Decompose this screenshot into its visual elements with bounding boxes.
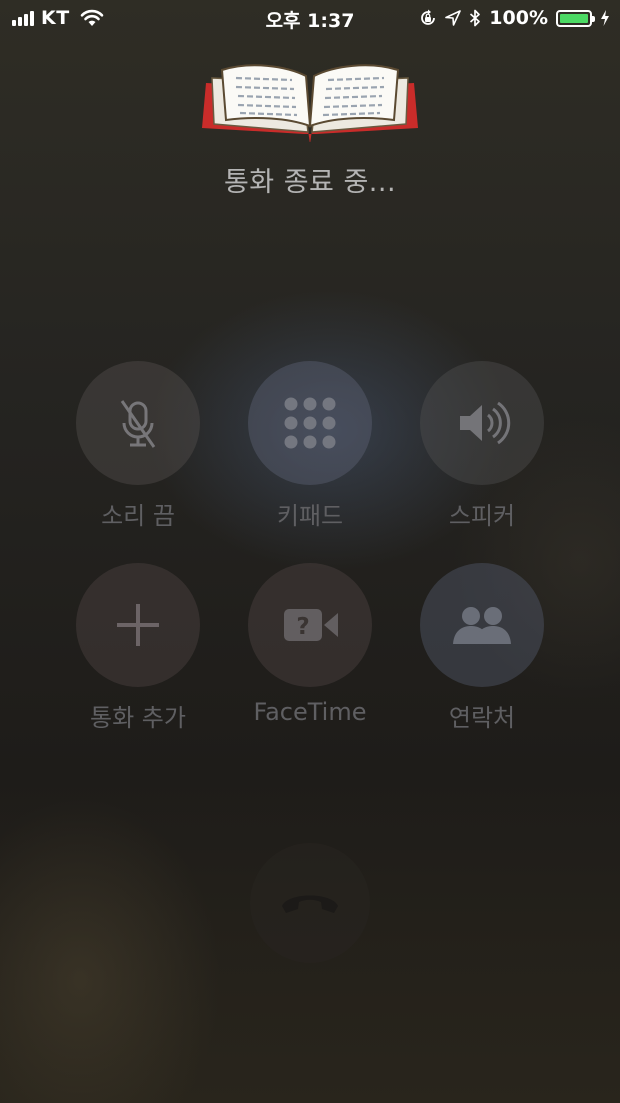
mute-button[interactable]	[76, 361, 200, 485]
end-call-icon	[282, 895, 338, 913]
facetime-label: FaceTime	[253, 698, 367, 726]
svg-text:?: ?	[296, 614, 309, 640]
keypad-label: 키패드	[276, 502, 344, 530]
end-call-button[interactable]	[250, 843, 370, 963]
book-logo-icon	[202, 64, 418, 142]
facetime-button[interactable]: ?	[248, 563, 372, 687]
add-call-label: 통화 추가	[90, 704, 186, 732]
status-bar: KT 오후 1:37 100%	[0, 0, 620, 36]
speaker-label: 스피커	[448, 502, 516, 530]
contacts-button[interactable]	[420, 563, 544, 687]
contacts-label: 연락처	[448, 704, 516, 732]
bluetooth-icon	[470, 9, 481, 27]
location-icon	[445, 10, 462, 26]
facetime-icon: ?	[284, 609, 338, 641]
keypad-button[interactable]	[248, 361, 372, 485]
mute-label: 소리 끔	[101, 502, 175, 530]
speaker-button[interactable]	[420, 361, 544, 485]
battery-percent: 100%	[489, 7, 548, 29]
add-call-button[interactable]	[76, 563, 200, 687]
contacts-icon	[453, 607, 511, 644]
call-status: 통화 종료 중...	[223, 167, 397, 198]
rotation-lock-icon	[421, 9, 436, 25]
charging-icon	[601, 10, 609, 26]
mute-mic-icon	[120, 400, 156, 448]
add-call-icon	[117, 604, 159, 646]
speaker-icon	[460, 401, 511, 445]
status-right: 100%	[419, 6, 610, 30]
battery-icon	[556, 9, 595, 27]
battery-fill	[560, 13, 588, 23]
keypad-icon	[284, 397, 336, 449]
